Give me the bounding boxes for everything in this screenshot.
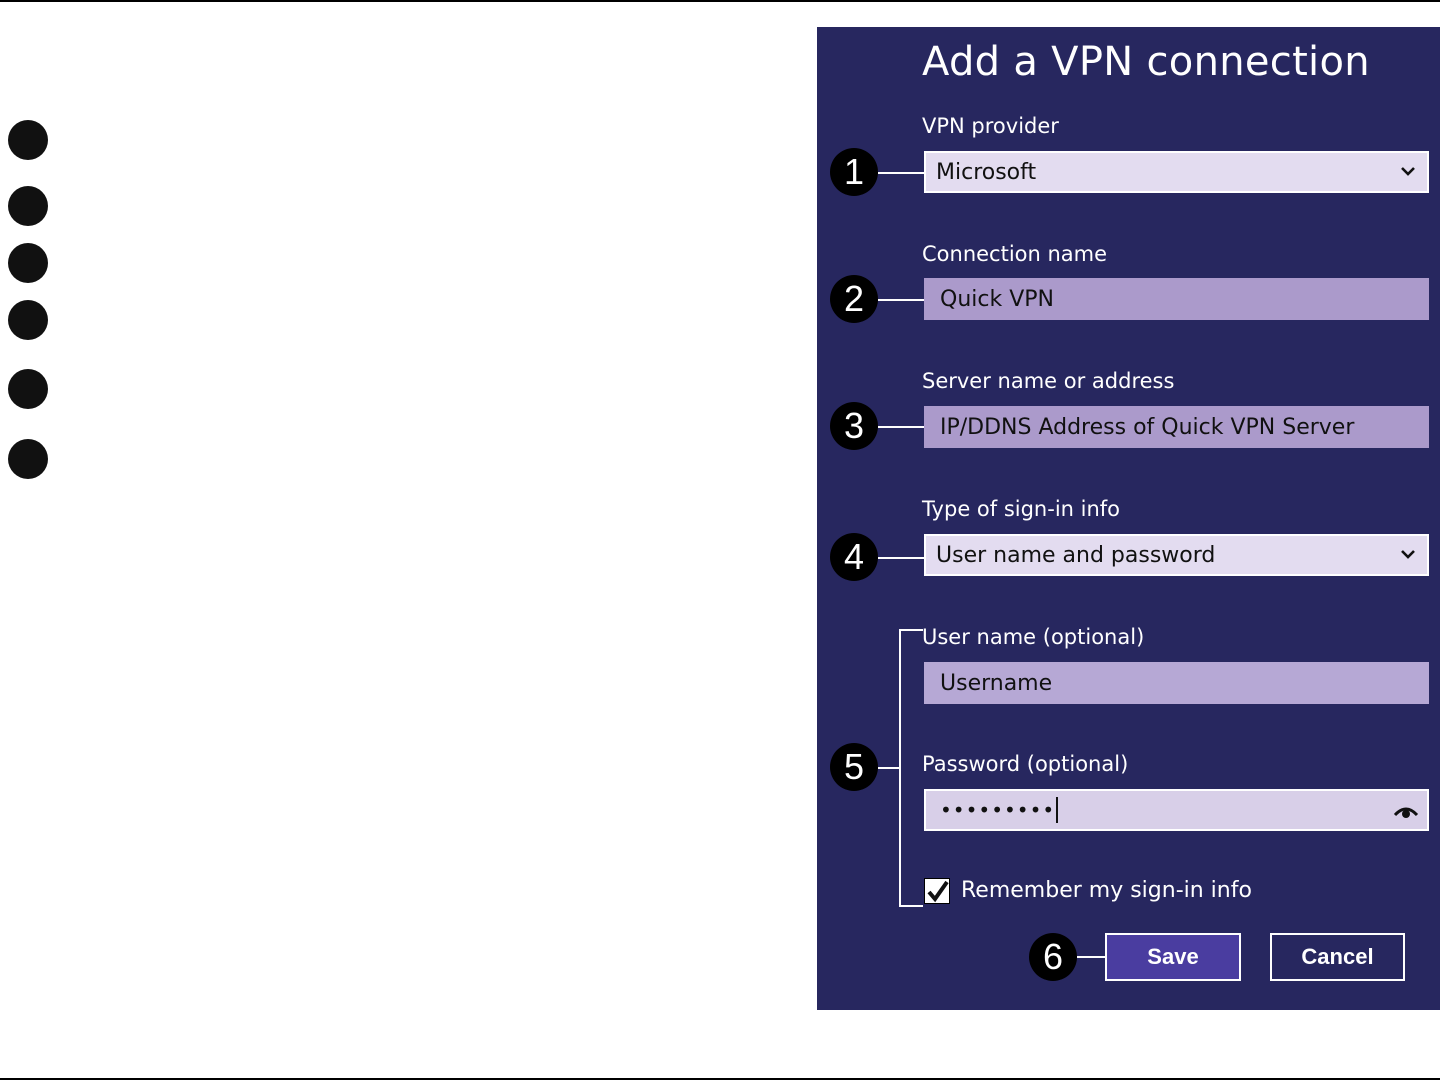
callout-6-line — [1077, 956, 1105, 958]
checkmark-icon — [927, 880, 949, 903]
side-bullet-1 — [8, 120, 48, 160]
connection-name-input[interactable]: Quick VPN — [924, 278, 1429, 320]
username-label: User name (optional) — [922, 625, 1145, 649]
username-input[interactable]: Username — [924, 662, 1429, 704]
server-input[interactable]: IP/DDNS Address of Quick VPN Server — [924, 406, 1429, 448]
side-bullet-4 — [8, 300, 48, 340]
remember-checkbox[interactable] — [924, 878, 950, 904]
sign-in-type-value: User name and password — [936, 542, 1216, 568]
chevron-down-icon — [1401, 167, 1415, 176]
password-value: ••••••••• — [940, 798, 1056, 822]
group-5-bracket-top — [899, 629, 923, 631]
bottom-rule — [0, 1078, 1440, 1080]
callout-2-line — [878, 299, 924, 301]
callout-2: 2 — [830, 275, 878, 323]
callout-4-line — [878, 557, 924, 559]
cancel-button[interactable]: Cancel — [1270, 933, 1405, 981]
side-bullet-3 — [8, 243, 48, 283]
callout-4: 4 — [830, 533, 878, 581]
sign-in-type-select[interactable]: User name and password — [924, 534, 1429, 576]
group-5-bracket-bottom — [899, 905, 923, 907]
vpn-provider-select[interactable]: Microsoft — [924, 151, 1429, 193]
password-label: Password (optional) — [922, 752, 1129, 776]
sign-in-type-label: Type of sign-in info — [922, 497, 1121, 521]
username-value: Username — [940, 670, 1053, 696]
group-5-bracket — [899, 629, 901, 907]
dialog-title: Add a VPN connection — [922, 39, 1370, 85]
connection-name-value: Quick VPN — [940, 286, 1054, 312]
callout-1-line — [878, 172, 924, 174]
side-bullet-6 — [8, 439, 48, 479]
server-value: IP/DDNS Address of Quick VPN Server — [940, 414, 1355, 440]
vpn-dialog: Add a VPN connection VPN provider 1 Micr… — [817, 27, 1440, 1010]
callout-1: 1 — [830, 148, 878, 196]
side-bullet-2 — [8, 186, 48, 226]
save-button[interactable]: Save — [1105, 933, 1241, 981]
callout-3: 3 — [830, 402, 878, 450]
connection-name-label: Connection name — [922, 242, 1108, 266]
side-bullet-5 — [8, 369, 48, 409]
callout-5-line — [878, 767, 899, 769]
chevron-down-icon — [1401, 550, 1415, 559]
callout-3-line — [878, 426, 924, 428]
password-input[interactable]: ••••••••• — [924, 789, 1429, 831]
vpn-provider-value: Microsoft — [936, 159, 1037, 185]
top-rule — [0, 0, 1440, 2]
reveal-password-icon[interactable] — [1393, 803, 1419, 819]
vpn-provider-label: VPN provider — [922, 114, 1059, 138]
text-cursor — [1056, 797, 1059, 823]
server-label: Server name or address — [922, 369, 1175, 393]
callout-5: 5 — [830, 743, 878, 791]
remember-label: Remember my sign-in info — [961, 878, 1252, 903]
callout-6: 6 — [1029, 933, 1077, 981]
